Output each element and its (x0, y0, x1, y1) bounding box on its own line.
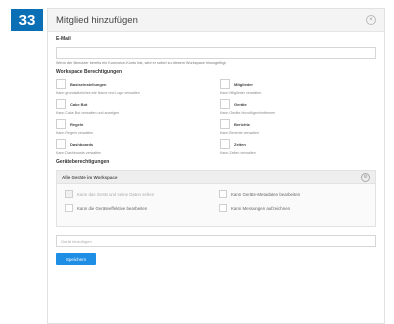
device-permission-label: Kann Messungen aufzeichnen (231, 205, 291, 211)
device-permission-label: Kann das Gerät und seine Daten sehen (77, 191, 155, 197)
permission-zeiten: Zeiten Kann Zeiten verwalten (220, 139, 376, 155)
settings-icon[interactable]: ⚙ (361, 172, 370, 182)
device-permission-view: Kann das Gerät und seine Daten sehen (65, 190, 213, 198)
step-badge: 33 (11, 9, 43, 31)
permission-description: Kann Zeiten verwalten (220, 151, 256, 155)
device-permission-metadata: Kann Geräte-Metadaten bearbeiten (219, 190, 367, 198)
email-label: E-Mail (56, 36, 71, 42)
workspace-permissions-title: Workspace Berechtigungen (56, 69, 123, 75)
permission-description: Kann Regeln verwalten (56, 131, 94, 135)
permission-checkbox[interactable] (56, 99, 66, 109)
permission-name: Berichte (234, 121, 251, 127)
permission-name: Zeiten (234, 141, 246, 147)
permission-name: Regeln (70, 121, 84, 127)
permission-name: Basiseinstellungen (70, 81, 107, 87)
dialog-body: E-Mail Wenn der Benutzer bereits ein Kum… (48, 32, 384, 265)
permission-cake-bot: Cake Bot Kann Cake Bot verwalten und anz… (56, 99, 212, 115)
add-device-input[interactable]: Gerät hinzufügen (56, 235, 376, 247)
permission-checkbox[interactable] (56, 139, 66, 149)
permission-checkbox[interactable] (220, 79, 230, 89)
permission-description: Kann Cake Bot verwalten und anzeigen (56, 111, 120, 115)
dialog-title: Mitglied hinzufügen (56, 14, 138, 26)
permission-name: Dashboards (70, 141, 94, 147)
permission-name: Cake Bot (70, 101, 88, 107)
permission-basiseinstellungen: Basiseinstellungen Kann grundsätzliches … (56, 79, 212, 95)
device-permission-checkbox (65, 190, 73, 198)
device-permission-label: Kann Geräte-Metadaten bearbeiten (231, 191, 301, 197)
permission-dashboards: Dashboards Kann Dashboards verwalten (56, 139, 212, 155)
device-permission-checkbox[interactable] (219, 190, 227, 198)
permission-name: Geräte (234, 101, 247, 107)
permission-checkbox[interactable] (220, 139, 230, 149)
device-permissions-box: Alle Geräte im Workspace ⚙ Kann das Gerä… (56, 170, 376, 227)
email-help-text: Wenn der Benutzer bereits ein Kumvoice-K… (56, 61, 227, 65)
device-permission-measurements: Kann Messungen aufzeichnen (219, 204, 367, 212)
device-permission-label: Kann die Geräteeffektive bearbeiten (77, 205, 148, 211)
permission-description: Kann Mitglieder verwalten (220, 91, 262, 95)
device-box-title: Alle Geräte im Workspace (62, 174, 118, 180)
permission-description: Kann Dashboards verwalten (56, 151, 102, 155)
permission-checkbox[interactable] (220, 119, 230, 129)
permission-mitglieder: Mitglieder Kann Mitglieder verwalten (220, 79, 376, 95)
dialog-header: Mitglied hinzufügen × (48, 9, 384, 32)
save-button[interactable]: Speichern (56, 253, 96, 265)
permission-name: Mitglieder (234, 81, 253, 87)
permission-geraete: Geräte Kann Geräte hinzufügen/entfernen (220, 99, 376, 115)
close-icon[interactable]: × (366, 15, 376, 25)
device-permissions-grid: Kann das Gerät und seine Daten sehen Kan… (57, 184, 375, 212)
device-permission-checkbox[interactable] (65, 204, 73, 212)
permission-description: Kann Geräte hinzufügen/entfernen (220, 111, 276, 115)
permission-checkbox[interactable] (220, 99, 230, 109)
add-member-dialog: Mitglied hinzufügen × E-Mail Wenn der Be… (47, 8, 385, 324)
workspace-permissions-grid: Basiseinstellungen Kann grundsätzliches … (56, 79, 376, 155)
permission-description: Kann Berichte verwalten (220, 131, 259, 135)
permission-berichte: Berichte Kann Berichte verwalten (220, 119, 376, 135)
permission-regeln: Regeln Kann Regeln verwalten (56, 119, 212, 135)
email-field[interactable] (56, 47, 376, 59)
permission-description: Kann grundsätzliches wie Name und Logo v… (56, 91, 140, 95)
add-device-placeholder: Gerät hinzufügen (61, 238, 92, 244)
device-permission-checkbox[interactable] (219, 204, 227, 212)
permission-checkbox[interactable] (56, 79, 66, 89)
permission-checkbox[interactable] (56, 119, 66, 129)
device-permissions-title: Geräteberechtigungen (56, 159, 110, 165)
device-box-header: Alle Geräte im Workspace ⚙ (57, 171, 375, 184)
device-permission-effective: Kann die Geräteeffektive bearbeiten (65, 204, 213, 212)
